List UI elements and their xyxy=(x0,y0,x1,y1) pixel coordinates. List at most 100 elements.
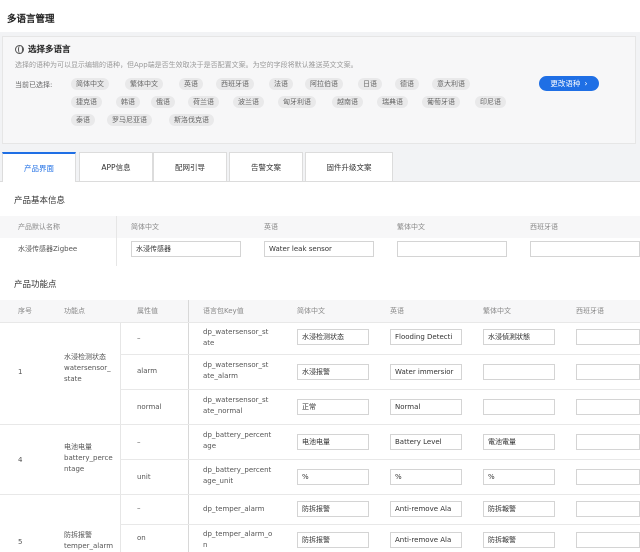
fp-key-line: dp_watersensor_st xyxy=(203,328,269,336)
fp-en-input[interactable]: Water immersior xyxy=(390,364,462,380)
fp-zh-cn-input[interactable]: 防拆报警 xyxy=(297,501,369,517)
fp-key-line: n xyxy=(203,541,208,549)
header-default-name: 产品默认名称 xyxy=(18,223,60,231)
tab-product-ui[interactable]: 产品界面 xyxy=(2,152,76,182)
fp-function-name-line: watersensor_ xyxy=(64,364,111,372)
name-es-input[interactable] xyxy=(530,241,640,257)
fp-en-input[interactable]: Flooding Detecti xyxy=(390,329,462,345)
fp-zh-cn-input[interactable]: 防拆报警 xyxy=(297,532,369,548)
fp-zh-tw-input[interactable]: 水浸偵測狀態 xyxy=(483,329,555,345)
divider xyxy=(120,354,640,355)
divider xyxy=(188,300,189,552)
fp-index: 4 xyxy=(18,456,23,464)
divider xyxy=(120,322,121,552)
name-zh-tw-input[interactable] xyxy=(397,241,507,257)
default-name-value: 水浸传感器Zigbee xyxy=(18,245,78,253)
fp-es-input[interactable] xyxy=(576,434,640,450)
language-tag: 捷克语 xyxy=(71,96,102,108)
divider xyxy=(116,216,117,266)
fp-zh-cn-input[interactable]: % xyxy=(297,469,369,485)
language-panel-title: 选择多语言 xyxy=(15,43,71,55)
fp-en-input[interactable]: Anti-remove Ala xyxy=(390,532,462,548)
fp-header-en: 英语 xyxy=(390,307,404,315)
fp-index: 5 xyxy=(18,538,23,546)
globe-icon xyxy=(15,44,24,54)
fp-header-function: 功能点 xyxy=(64,307,85,315)
name-zh-cn-input[interactable]: 水浸传感器 xyxy=(131,241,241,257)
fp-zh-cn-input[interactable]: 电池电量 xyxy=(297,434,369,450)
fp-header-zh-tw: 繁体中文 xyxy=(483,307,511,315)
fp-function-name-line: battery_perce xyxy=(64,454,113,462)
change-language-button[interactable]: 更改语种 › xyxy=(539,76,599,91)
language-tag: 葡萄牙语 xyxy=(422,96,460,108)
fp-attr-value: normal xyxy=(137,403,162,411)
language-tag: 日语 xyxy=(358,78,382,90)
fp-function-name: 防拆报警 temper_alarm xyxy=(64,530,113,552)
fp-header-es: 西班牙语 xyxy=(576,307,604,315)
language-tag: 英语 xyxy=(179,78,203,90)
fp-key-line: age xyxy=(203,442,217,450)
divider xyxy=(120,389,640,390)
fp-es-input[interactable] xyxy=(576,399,640,415)
fp-zh-tw-input[interactable]: 電池電量 xyxy=(483,434,555,450)
fp-key-line: dp_watersensor_st xyxy=(203,361,269,369)
fp-es-input[interactable] xyxy=(576,532,640,548)
language-tag: 繁体中文 xyxy=(125,78,163,90)
fp-zh-tw-input[interactable] xyxy=(483,364,555,380)
change-language-label: 更改语种 xyxy=(550,79,581,88)
fp-key: dp_watersensor_st ate_normal xyxy=(203,395,268,417)
fp-en-input[interactable]: Battery Level xyxy=(390,434,462,450)
language-tag: 泰语 xyxy=(71,114,95,126)
fp-attr-value: unit xyxy=(137,473,151,481)
tab-network-guide[interactable]: 配网引导 xyxy=(153,152,227,181)
fp-zh-tw-input[interactable] xyxy=(483,399,555,415)
fp-es-input[interactable] xyxy=(576,364,640,380)
fp-function-name: 水浸检测状态 watersensor_ state xyxy=(64,352,111,385)
language-panel-title-text: 选择多语言 xyxy=(28,45,71,55)
fp-function-name-line: 电池电量 xyxy=(64,443,92,451)
language-selection-panel: 选择多语言 选择的语种为可以显示编辑的语种，但App端是否生效取决于是否配置文案… xyxy=(2,36,636,144)
fp-en-input[interactable]: Normal xyxy=(390,399,462,415)
fp-zh-tw-input[interactable]: 防拆報警 xyxy=(483,532,555,548)
fp-function-name-line: state xyxy=(64,375,82,383)
name-en-input[interactable]: Water leak sensor xyxy=(264,241,374,257)
fp-key-line: dp_battery_percent xyxy=(203,431,272,439)
tab-firmware-text[interactable]: 固件升级文案 xyxy=(305,152,393,181)
fp-zh-cn-input[interactable]: 水浸检测状态 xyxy=(297,329,369,345)
fp-key: dp_battery_percent age xyxy=(203,430,271,452)
fp-key-line: dp_watersensor_st xyxy=(203,396,269,404)
fp-zh-cn-input[interactable]: 正常 xyxy=(297,399,369,415)
language-tag: 意大利语 xyxy=(432,78,470,90)
language-tag: 俄语 xyxy=(151,96,175,108)
tab-bar: 产品界面 APP信息 配网引导 告警文案 固件升级文案 xyxy=(0,152,640,182)
fp-en-input[interactable]: Anti-remove Ala xyxy=(390,501,462,517)
content-area: 产品基本信息 产品默认名称 简体中文 英语 繁体中文 西班牙语 水浸传感器Zig… xyxy=(0,182,640,552)
fp-key-line: ate_normal xyxy=(203,407,243,415)
fp-attr-value: on xyxy=(137,534,146,542)
fp-en-input[interactable]: % xyxy=(390,469,462,485)
fp-es-input[interactable] xyxy=(576,329,640,345)
fp-zh-cn-input[interactable]: 水浸报警 xyxy=(297,364,369,380)
fp-attr-value: alarm xyxy=(137,367,158,375)
header-zh-cn: 简体中文 xyxy=(131,223,159,231)
language-tag: 波兰语 xyxy=(233,96,264,108)
fp-es-input[interactable] xyxy=(576,469,640,485)
fp-es-input[interactable] xyxy=(576,501,640,517)
fp-key-line: dp_temper_alarm xyxy=(203,505,265,513)
language-tag: 荷兰语 xyxy=(188,96,219,108)
fp-zh-tw-input[interactable]: 防拆報警 xyxy=(483,501,555,517)
tab-alarm-text[interactable]: 告警文案 xyxy=(229,152,303,181)
fp-header-key: 语言包Key值 xyxy=(203,307,244,315)
fp-zh-tw-input[interactable]: % xyxy=(483,469,555,485)
fp-key: dp_watersensor_st ate_alarm xyxy=(203,360,268,382)
basic-info-title: 产品基本信息 xyxy=(14,196,66,206)
divider xyxy=(0,322,640,323)
language-tag: 瑞典语 xyxy=(377,96,408,108)
language-panel-description: 选择的语种为可以显示编辑的语种，但App端是否生效取决于是否配置文案。为空的字段… xyxy=(15,61,358,69)
fp-attr-value: – xyxy=(137,334,141,342)
tab-app-info[interactable]: APP信息 xyxy=(79,152,153,181)
header-es: 西班牙语 xyxy=(530,223,558,231)
header-en: 英语 xyxy=(264,223,278,231)
language-tag: 印尼语 xyxy=(475,96,506,108)
fp-attr-value: – xyxy=(137,438,141,446)
